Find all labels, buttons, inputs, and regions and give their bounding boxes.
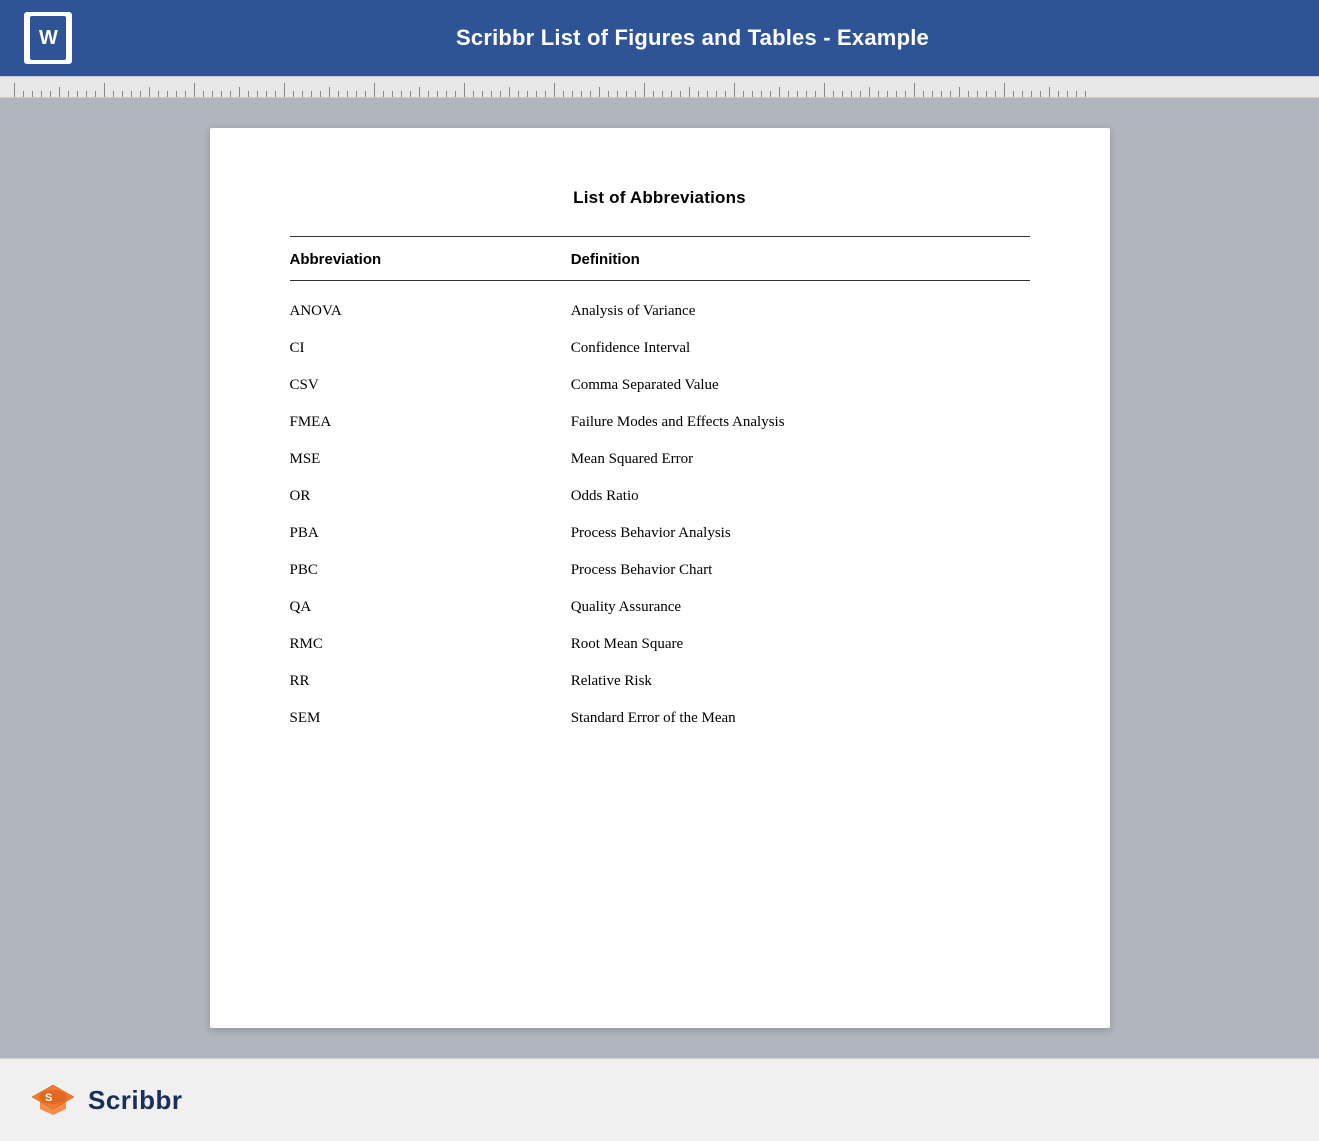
cell-definition: Process Behavior Analysis — [571, 515, 1030, 552]
table-row: PBCProcess Behavior Chart — [290, 552, 1030, 589]
cell-abbreviation: PBC — [290, 552, 571, 589]
scribbr-logo-icon: S — [30, 1077, 76, 1123]
table-row: RMCRoot Mean Square — [290, 626, 1030, 663]
cell-abbreviation: FMEA — [290, 404, 571, 441]
col-header-abbreviation: Abbreviation — [290, 237, 571, 281]
cell-abbreviation: OR — [290, 478, 571, 515]
table-row: ANOVAAnalysis of Variance — [290, 281, 1030, 331]
document-paper: List of Abbreviations Abbreviation Defin… — [210, 128, 1110, 1028]
cell-definition: Relative Risk — [571, 663, 1030, 700]
cell-definition: Process Behavior Chart — [571, 552, 1030, 589]
table-row: PBAProcess Behavior Analysis — [290, 515, 1030, 552]
document-title: List of Abbreviations — [290, 188, 1030, 208]
table-row: MSEMean Squared Error — [290, 441, 1030, 478]
cell-definition: Confidence Interval — [571, 330, 1030, 367]
footer: S Scribbr — [0, 1058, 1319, 1141]
cell-definition: Mean Squared Error — [571, 441, 1030, 478]
table-row: QAQuality Assurance — [290, 589, 1030, 626]
cell-abbreviation: QA — [290, 589, 571, 626]
cell-abbreviation: MSE — [290, 441, 571, 478]
word-icon: W — [24, 12, 72, 64]
svg-text:S: S — [45, 1092, 52, 1104]
cell-definition: Analysis of Variance — [571, 281, 1030, 331]
cell-abbreviation: CI — [290, 330, 571, 367]
ruler-ticks: (function() { var container = document.q… — [4, 77, 1315, 97]
ruler: (function() { var container = document.q… — [0, 76, 1319, 98]
word-icon-letter: W — [39, 27, 57, 50]
table-row: CSVComma Separated Value — [290, 367, 1030, 404]
cell-abbreviation: RMC — [290, 626, 571, 663]
cell-abbreviation: ANOVA — [290, 281, 571, 331]
header-bar: W Scribbr List of Figures and Tables - E… — [0, 0, 1319, 76]
scribbr-brand-name: Scribbr — [88, 1085, 183, 1116]
cell-abbreviation: CSV — [290, 367, 571, 404]
table-row: FMEAFailure Modes and Effects Analysis — [290, 404, 1030, 441]
cell-definition: Quality Assurance — [571, 589, 1030, 626]
cell-definition: Odds Ratio — [571, 478, 1030, 515]
cell-definition: Failure Modes and Effects Analysis — [571, 404, 1030, 441]
col-header-definition: Definition — [571, 237, 1030, 281]
table-row: OROdds Ratio — [290, 478, 1030, 515]
cell-abbreviation: RR — [290, 663, 571, 700]
cell-definition: Comma Separated Value — [571, 367, 1030, 404]
abbreviations-table: Abbreviation Definition ANOVAAnalysis of… — [290, 237, 1030, 737]
table-row: RRRelative Risk — [290, 663, 1030, 700]
table-row: SEMStandard Error of the Mean — [290, 700, 1030, 737]
table-row: CIConfidence Interval — [290, 330, 1030, 367]
cell-abbreviation: PBA — [290, 515, 571, 552]
cell-definition: Standard Error of the Mean — [571, 700, 1030, 737]
content-area: List of Abbreviations Abbreviation Defin… — [0, 98, 1319, 1058]
cell-definition: Root Mean Square — [571, 626, 1030, 663]
header-title: Scribbr List of Figures and Tables - Exa… — [90, 25, 1295, 51]
table-header-row: Abbreviation Definition — [290, 237, 1030, 281]
cell-abbreviation: SEM — [290, 700, 571, 737]
